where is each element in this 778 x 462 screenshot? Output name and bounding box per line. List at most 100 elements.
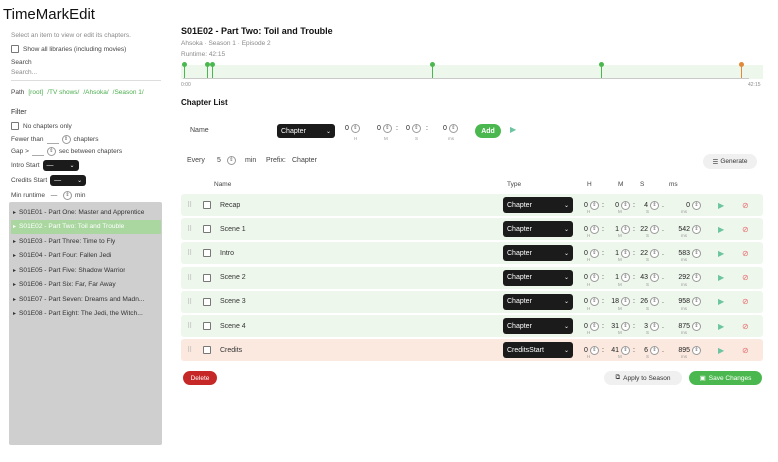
search-input[interactable]: Search... — [11, 69, 161, 81]
credits-start-select[interactable]: — ⌄ — [50, 175, 87, 186]
stepper-icon[interactable]: ⇕ — [589, 248, 599, 258]
play-icon[interactable]: ▶ — [718, 267, 724, 289]
no-chapters-checkbox[interactable] — [11, 122, 19, 130]
stepper-icon[interactable]: ⇕ — [650, 321, 659, 331]
stepper-icon[interactable]: ⇕ — [350, 124, 360, 133]
timeline-marker-dot[interactable] — [182, 62, 187, 67]
remove-icon[interactable]: ⊘ — [742, 291, 749, 313]
row-checkbox[interactable] — [203, 267, 211, 289]
stepper-icon[interactable]: ⇕ — [382, 124, 392, 133]
drag-handle-icon[interactable]: ⠿ — [187, 315, 192, 337]
add-button[interactable]: Add — [475, 124, 501, 138]
show-all-libraries-toggle[interactable]: Show all libraries (including movies) — [11, 45, 126, 53]
stepper-icon[interactable]: ⇕ — [692, 297, 701, 307]
path-tvshows-link[interactable]: /TV shows/ — [47, 89, 79, 96]
path-season-link[interactable]: /Season 1/ — [113, 89, 144, 96]
chapter-name[interactable]: Scene 1 — [220, 218, 246, 240]
play-icon[interactable]: ▶ — [718, 242, 724, 264]
drag-handle-icon[interactable]: ⠿ — [187, 339, 192, 361]
row-checkbox[interactable] — [203, 291, 211, 313]
min-runtime-input[interactable]: — — [48, 192, 60, 199]
stepper-icon[interactable]: ⇕ — [692, 200, 701, 210]
chapter-name[interactable]: Scene 3 — [220, 291, 246, 313]
add-ms-stepper[interactable]: 0 ⇕ — [443, 124, 458, 133]
list-item[interactable]: ▸ S01E06 - Part Six: Far, Far Away — [11, 278, 161, 292]
stepper-icon[interactable]: ⇕ — [650, 297, 659, 307]
list-item[interactable]: ▸ S01E05 - Part Five: Shadow Warrior — [11, 263, 161, 277]
stepper-icon[interactable]: ⇕ — [650, 345, 659, 355]
table-row[interactable]: ⠿ Scene 1 Chapter ⌄ 0 ⇕ : 1 ⇕ : 22 ⇕ . 5… — [181, 218, 763, 241]
stepper-icon[interactable]: ⇕ — [621, 297, 630, 307]
drag-handle-icon[interactable]: ⠿ — [187, 242, 192, 264]
add-name-input[interactable] — [213, 124, 273, 136]
drag-handle-icon[interactable]: ⠿ — [187, 267, 192, 289]
fewer-than-input[interactable] — [46, 136, 59, 144]
stepper-icon[interactable]: ⇕ — [411, 124, 421, 133]
stepper-icon[interactable]: ⇕ — [621, 321, 630, 331]
play-icon[interactable]: ▶ — [718, 194, 724, 216]
row-checkbox[interactable] — [203, 194, 211, 216]
row-checkbox[interactable] — [203, 339, 211, 361]
stepper-icon[interactable]: ⇕ — [589, 297, 599, 307]
path-root-link[interactable]: [root] — [28, 89, 43, 96]
chapter-name[interactable]: Recap — [220, 194, 240, 216]
stepper-icon[interactable]: ⇕ — [589, 321, 599, 331]
table-row[interactable]: ⠿ Scene 3 Chapter ⌄ 0⇕ : 18⇕ : 26⇕ . — [181, 290, 763, 313]
play-icon[interactable]: ▶ — [510, 125, 516, 134]
chapter-name[interactable]: Scene 2 — [220, 267, 246, 289]
chapter-type-select[interactable]: Chapter ⌄ — [503, 291, 573, 313]
apply-to-season-button[interactable]: ⧉ Apply to Season — [604, 371, 682, 385]
stepper-icon[interactable]: ⇕ — [621, 200, 630, 210]
drag-handle-icon[interactable]: ⠿ — [187, 218, 192, 240]
remove-icon[interactable]: ⊘ — [742, 218, 749, 240]
stepper-icon[interactable]: ⇕ — [589, 345, 599, 355]
list-item[interactable]: ▸ S01E01 - Part One: Master and Apprentic… — [11, 205, 161, 219]
remove-icon[interactable]: ⊘ — [742, 267, 749, 289]
list-item[interactable]: ▸ S01E07 - Part Seven: Dreams and Madn... — [11, 292, 161, 306]
chapter-name[interactable]: Scene 4 — [220, 315, 246, 337]
table-row[interactable]: ⠿ Intro Chapter ⌄ 0 ⇕ : 1 ⇕ : 22 ⇕ . 583… — [181, 242, 763, 265]
table-row[interactable]: ⠿ Recap Chapter ⌄ 0⇕ : 0⇕ : 4⇕ . 0⇕ — [181, 194, 763, 216]
chapter-type-select[interactable]: Chapter ⌄ — [503, 267, 573, 289]
gap-stepper-icon[interactable]: ⇕ — [46, 147, 56, 156]
table-row[interactable]: ⠿ Scene 4 Chapter ⌄ 0 ⇕ : 31 ⇕ : 3 ⇕ . 8… — [181, 315, 763, 337]
add-minutes-stepper[interactable]: 0 ⇕ — [377, 124, 392, 133]
prefix-input[interactable]: Chapter — [292, 157, 317, 164]
table-row[interactable]: ⠿ Credits CreditsStart ⌄ 0 ⇕ : 41 ⇕ : 6 ⇕ . — [181, 339, 763, 362]
stepper-icon[interactable]: ⇕ — [650, 273, 659, 283]
drag-handle-icon[interactable]: ⠿ — [187, 291, 192, 313]
no-chapters-toggle[interactable]: No chapters only — [11, 122, 72, 130]
chapter-type-select[interactable]: Chapter ⌄ — [503, 194, 573, 216]
remove-icon[interactable]: ⊘ — [742, 242, 749, 264]
add-hours-stepper[interactable]: 0 ⇕ — [345, 124, 360, 133]
stepper-icon[interactable]: ⇕ — [692, 224, 701, 234]
stepper-icon[interactable]: ⇕ — [589, 200, 599, 210]
stepper-icon[interactable]: ⇕ — [226, 156, 236, 165]
stepper-icon[interactable]: ⇕ — [621, 224, 630, 234]
chapter-type-select[interactable]: Chapter ⌄ — [503, 218, 573, 240]
drag-handle-icon[interactable]: ⠿ — [187, 194, 192, 216]
stepper-icon[interactable]: ⇕ — [448, 124, 458, 133]
chapter-name[interactable]: Credits — [220, 339, 242, 361]
stepper-icon[interactable]: ⇕ — [621, 273, 630, 283]
stepper-icon[interactable]: ⇕ — [589, 273, 599, 283]
timeline-marker-dot[interactable] — [598, 62, 604, 67]
add-type-select[interactable]: Chapter ⌄ — [277, 124, 335, 138]
chapter-type-select[interactable]: Chapter ⌄ — [503, 315, 573, 337]
row-checkbox[interactable] — [203, 242, 211, 264]
remove-icon[interactable]: ⊘ — [742, 194, 749, 216]
list-item[interactable]: ▸ S01E04 - Part Four: Fallen Jedi — [11, 249, 161, 263]
stepper-icon[interactable]: ⇕ — [650, 200, 659, 210]
gap-input[interactable] — [31, 148, 44, 156]
timeline-marker-dot[interactable] — [429, 62, 435, 67]
play-icon[interactable]: ▶ — [718, 315, 724, 337]
stepper-icon[interactable]: ⇕ — [692, 345, 701, 355]
chapter-type-select[interactable]: Chapter ⌄ — [503, 242, 573, 264]
intro-start-select[interactable]: — ⌄ — [42, 160, 79, 171]
stepper-icon[interactable]: ⇕ — [650, 248, 659, 258]
row-checkbox[interactable] — [203, 218, 211, 240]
stepper-icon[interactable]: ⇕ — [621, 248, 630, 258]
table-row[interactable]: ⠿ Scene 2 Chapter ⌄ 0 ⇕ : 1 ⇕ : 43 ⇕ . 2… — [181, 266, 763, 289]
list-item[interactable]: ▸ S01E08 - Part Eight: The Jedi, the Witc… — [11, 307, 161, 321]
fewer-than-stepper-icon[interactable]: ⇕ — [61, 135, 71, 144]
